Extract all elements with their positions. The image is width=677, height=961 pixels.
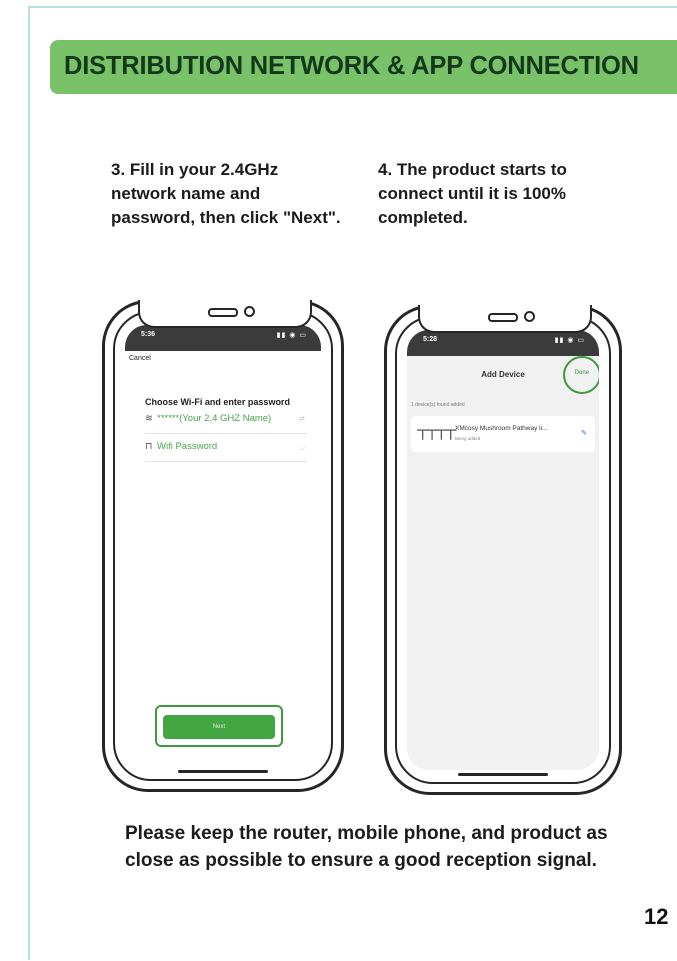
switch-network-icon[interactable]: ⇄ bbox=[299, 415, 305, 423]
status-bar: 5:36 ▮▮ ◉ ▭ bbox=[125, 325, 321, 351]
next-button[interactable]: Next bbox=[163, 715, 275, 739]
add-device-screen: 5:28 ▮▮ ◉ ▭ Add Device Done 1 device(s) … bbox=[407, 330, 599, 770]
signal-battery-icon: ▮▮ ◉ ▭ bbox=[554, 337, 585, 344]
wifi-heading: Choose Wi-Fi and enter password bbox=[145, 397, 290, 407]
status-bar: 5:28 ▮▮ ◉ ▭ bbox=[407, 330, 599, 356]
phone-notch bbox=[418, 305, 592, 333]
status-time: 5:36 bbox=[141, 331, 156, 338]
status-time: 5:28 bbox=[423, 336, 438, 343]
cancel-link[interactable]: Cancel bbox=[129, 355, 151, 362]
wifi-name-field[interactable]: ≋ ******(Your 2.4 GHZ Name) ⇄ bbox=[145, 413, 307, 434]
done-button[interactable]: Done bbox=[575, 370, 589, 376]
lock-icon: ⊓ bbox=[145, 441, 153, 452]
eye-icon[interactable]: ◡ bbox=[299, 443, 305, 451]
device-card[interactable]: ┬┬┬┬ XMcosy Mushroom Pathway li... Being… bbox=[411, 416, 595, 452]
speaker-grille bbox=[488, 313, 518, 322]
page-number: 12 bbox=[644, 904, 669, 929]
page-title: DISTRIBUTION NETWORK & APP CONNECTION bbox=[64, 52, 639, 80]
signal-battery-icon: ▮▮ ◉ ▭ bbox=[276, 332, 307, 339]
devices-added-count: 1 device(s) found added bbox=[411, 402, 465, 408]
front-camera bbox=[524, 311, 535, 322]
wifi-name-value: ******(Your 2.4 GHZ Name) bbox=[157, 413, 272, 424]
step-4-text: 4. The product starts to connect until i… bbox=[378, 160, 567, 227]
phone-mockup-wifi: 5:36 ▮▮ ◉ ▭ Cancel Choose Wi-Fi and ente… bbox=[102, 300, 344, 792]
password-field[interactable]: ⊓ Wifi Password ◡ bbox=[145, 441, 307, 462]
speaker-grille bbox=[208, 308, 238, 317]
home-indicator bbox=[458, 773, 548, 776]
step-3-text: 3. Fill in your 2.4GHz network name and … bbox=[111, 160, 341, 227]
phone-notch bbox=[138, 300, 312, 328]
reception-note: Please keep the router, mobile phone, an… bbox=[125, 823, 608, 871]
edit-icon[interactable]: ✎ bbox=[581, 429, 587, 437]
pathway-light-icon: ┬┬┬┬ bbox=[417, 422, 456, 439]
device-name: XMcosy Mushroom Pathway li... bbox=[455, 425, 548, 432]
wifi-icon: ≋ bbox=[145, 413, 153, 424]
device-status: Being added bbox=[455, 436, 481, 441]
phone-mockup-add-device: 5:28 ▮▮ ◉ ▭ Add Device Done 1 device(s) … bbox=[384, 305, 622, 795]
front-camera bbox=[244, 306, 255, 317]
password-placeholder: Wifi Password bbox=[157, 441, 218, 452]
wifi-setup-screen: 5:36 ▮▮ ◉ ▭ Cancel Choose Wi-Fi and ente… bbox=[125, 325, 321, 767]
home-indicator bbox=[178, 770, 268, 773]
